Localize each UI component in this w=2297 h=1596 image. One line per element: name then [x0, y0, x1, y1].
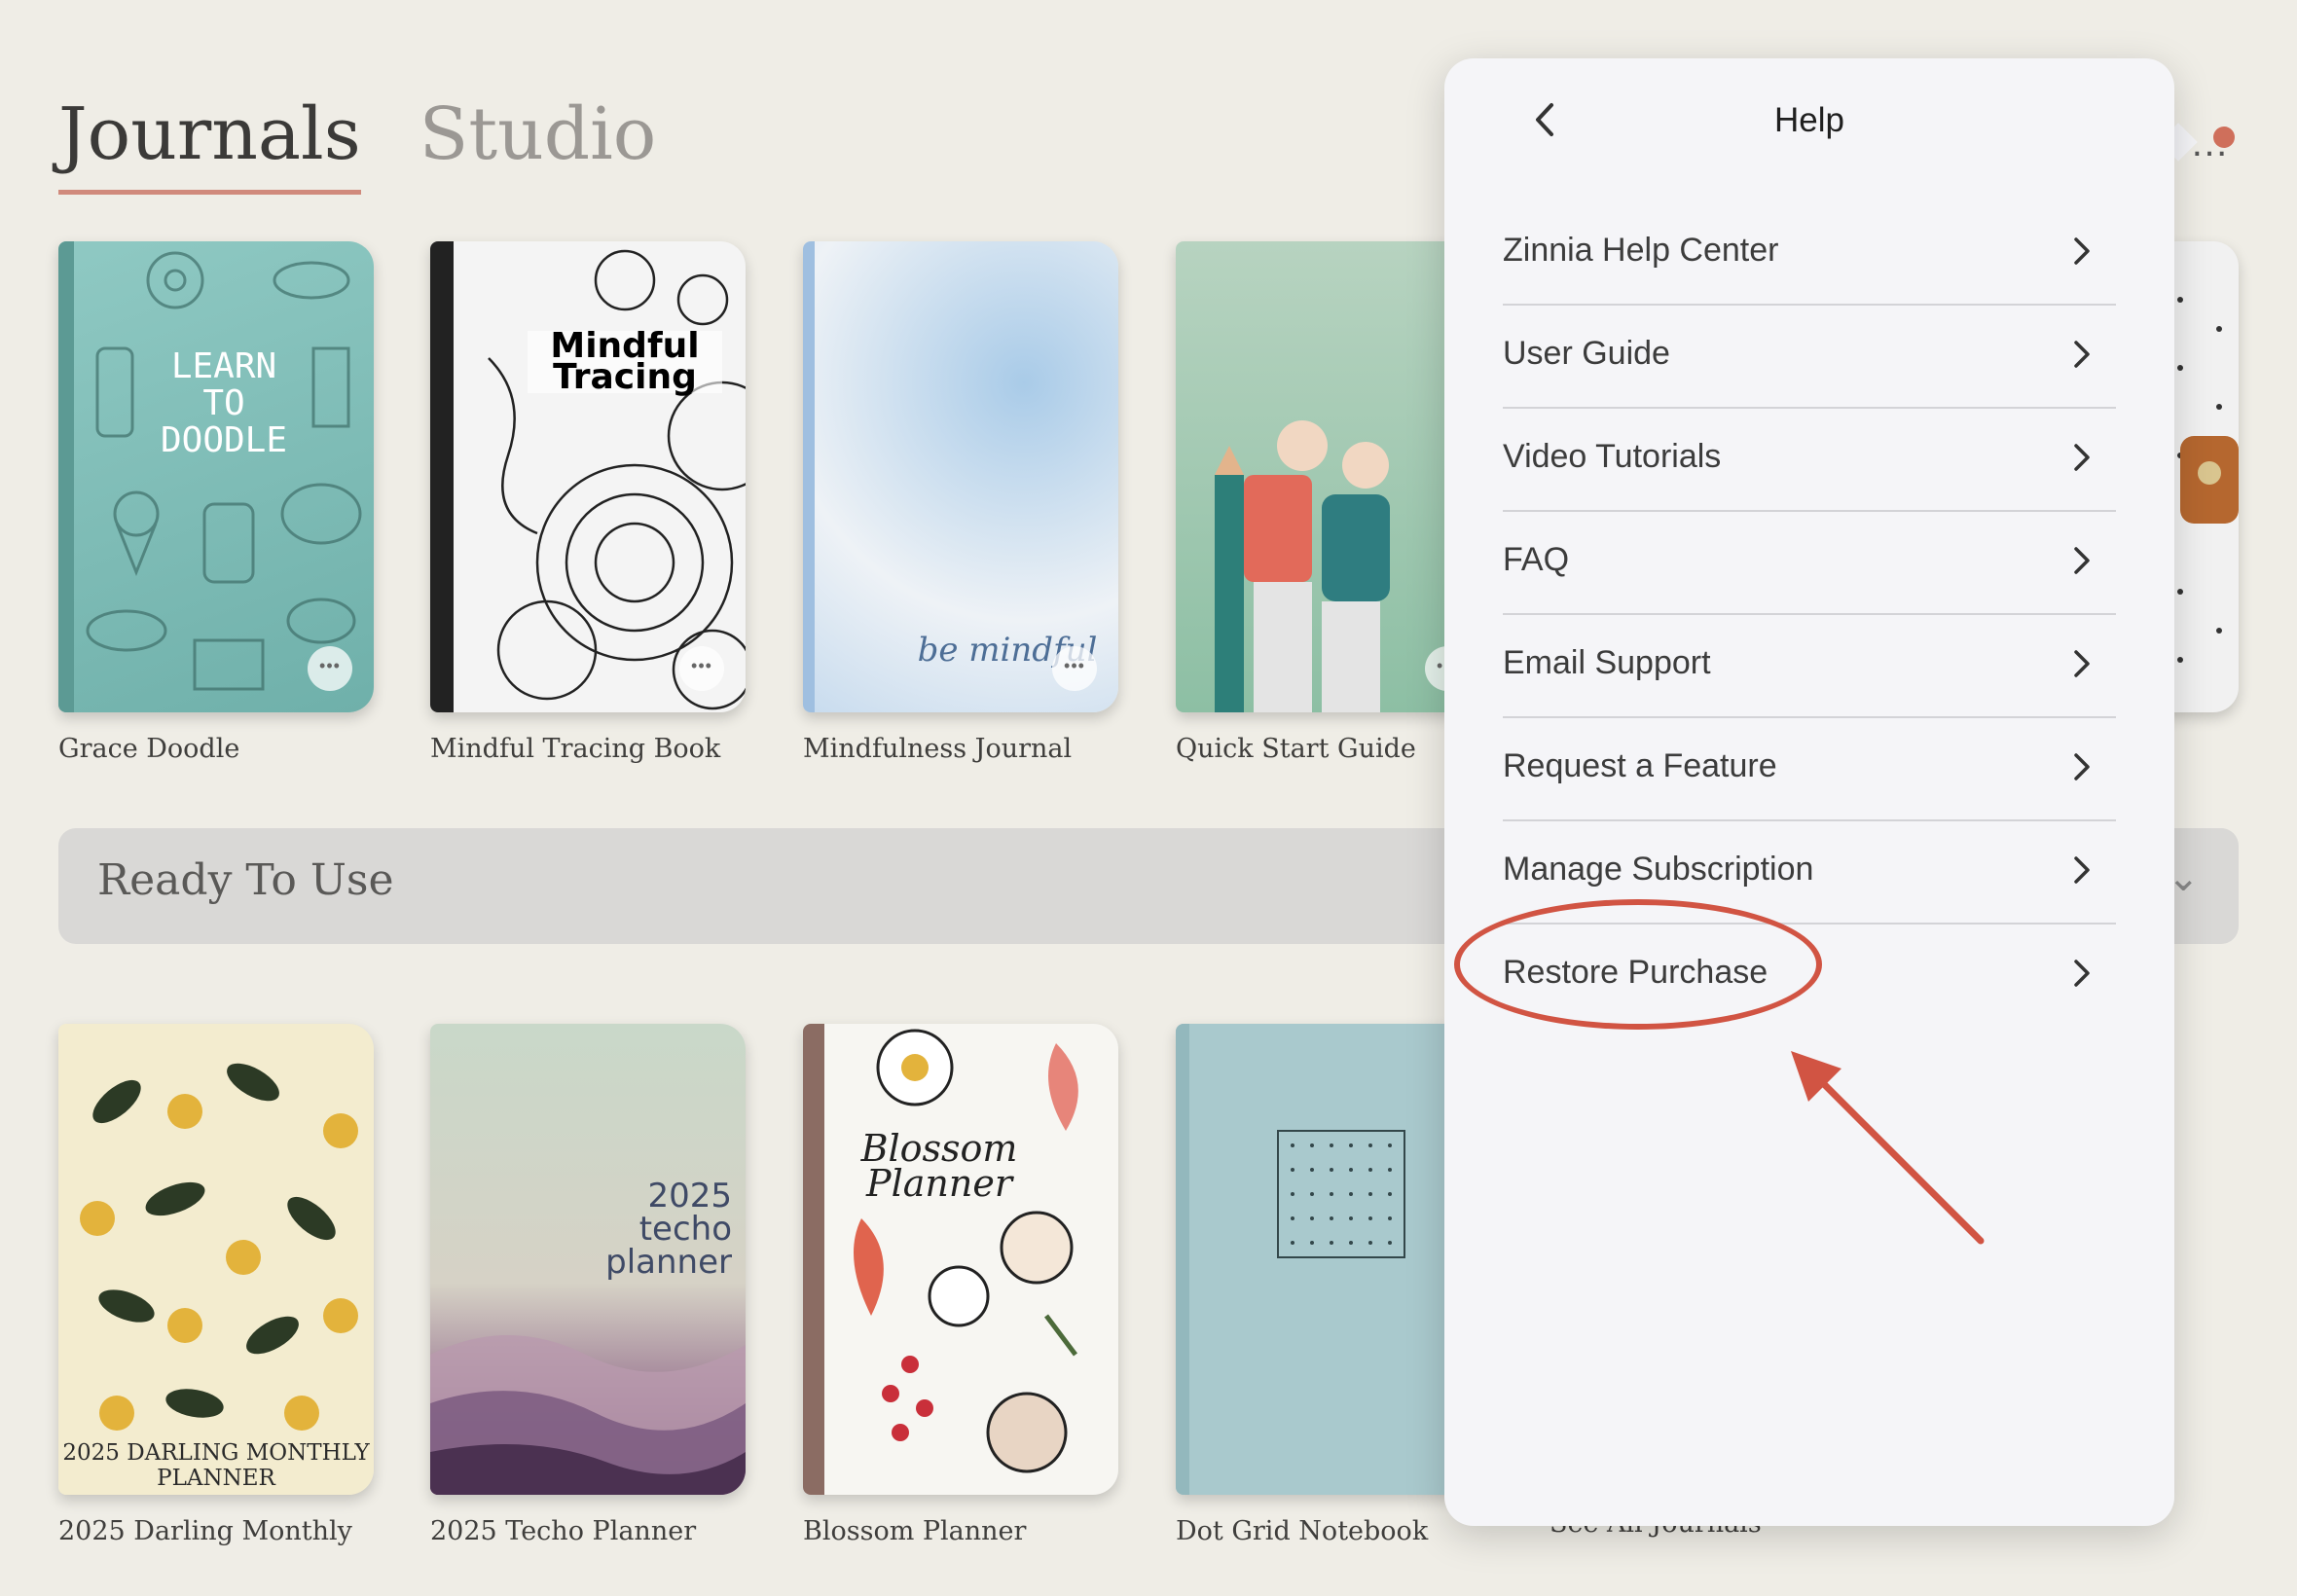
book-title: Mindfulness Journal [803, 734, 1073, 764]
chevron-right-icon [2074, 237, 2090, 265]
help-item-label: Video Tutorials [1503, 438, 1722, 475]
book-title: Dot Grid Notebook [1176, 1516, 1429, 1546]
journal-cover[interactable]: LEARN TO DOODLE ••• [58, 241, 374, 712]
help-item-faq[interactable]: FAQ [1503, 512, 2116, 615]
book-options-button[interactable]: ••• [1052, 646, 1097, 691]
journal-cover[interactable]: be mindful ••• [803, 241, 1118, 712]
chevron-right-icon [2074, 444, 2090, 471]
book-title: Quick Start Guide [1176, 734, 1416, 764]
notification-dot [2213, 127, 2235, 148]
cover-title-text: Blossom Planner [860, 1127, 1018, 1205]
chevron-right-icon [2074, 753, 2090, 780]
cover-title-text: Mindful Tracing [528, 329, 722, 395]
help-item-label: Manage Subscription [1503, 851, 1814, 888]
planner-cover[interactable]: Blossom Planner [803, 1024, 1118, 1495]
mandala-art [488, 249, 746, 710]
tab-journals[interactable]: Journals [58, 92, 361, 195]
cover-title-text: LEARN TO DOODLE [160, 346, 288, 460]
book-title: Mindful Tracing Book [430, 734, 721, 764]
help-item-zinnia-help-center[interactable]: Zinnia Help Center [1503, 202, 2116, 306]
header-tabs: Journals Studio [58, 92, 656, 195]
help-item-label: User Guide [1503, 335, 1670, 372]
book-title: Blossom Planner [803, 1516, 1027, 1546]
help-item-label: Email Support [1503, 644, 1711, 681]
help-item-email-support[interactable]: Email Support [1503, 615, 2116, 718]
annotation-arrow [1791, 1051, 1985, 1245]
help-item-video-tutorials[interactable]: Video Tutorials [1503, 409, 2116, 512]
book-options-button[interactable]: ••• [679, 646, 724, 691]
planner-cover[interactable]: 2025 DARLING MONTHLY PLANNER [58, 1024, 374, 1495]
chevron-right-icon [2074, 547, 2090, 574]
tab-studio[interactable]: Studio [419, 92, 657, 195]
book-title: Grace Doodle [58, 734, 240, 764]
chevron-right-icon [2074, 650, 2090, 677]
cover-title-text: 2025 techo planner [605, 1177, 732, 1282]
book-options-button[interactable]: ••• [308, 646, 352, 691]
help-item-user-guide[interactable]: User Guide [1503, 306, 2116, 409]
book-title: 2025 Darling Monthly [58, 1516, 352, 1546]
chevron-right-icon [2074, 960, 2090, 987]
highlight-circle [1454, 899, 1822, 1030]
journal-cover[interactable]: Mindful Tracing ••• [430, 241, 746, 712]
floral-pattern [80, 1063, 358, 1431]
section-title: Ready To Use [97, 855, 394, 905]
help-item-label: FAQ [1503, 541, 1570, 578]
book-title: 2025 Techo Planner [430, 1516, 697, 1546]
chevron-right-icon [2074, 856, 2090, 884]
cover-title-text: 2025 DARLING MONTHLY PLANNER [58, 1433, 374, 1495]
help-item-label: Request a Feature [1503, 747, 1777, 784]
planner-cover[interactable]: 2025 techo planner [430, 1024, 746, 1495]
chevron-right-icon [2074, 341, 2090, 368]
help-item-label: Zinnia Help Center [1503, 232, 1779, 269]
help-item-request-a-feature[interactable]: Request a Feature [1503, 718, 2116, 821]
help-popover: Help Zinnia Help Center User Guide Video… [1444, 58, 2174, 1526]
popover-title: Help [1774, 101, 1844, 139]
blossom-art [854, 1029, 1078, 1473]
doodle-art [86, 251, 362, 691]
